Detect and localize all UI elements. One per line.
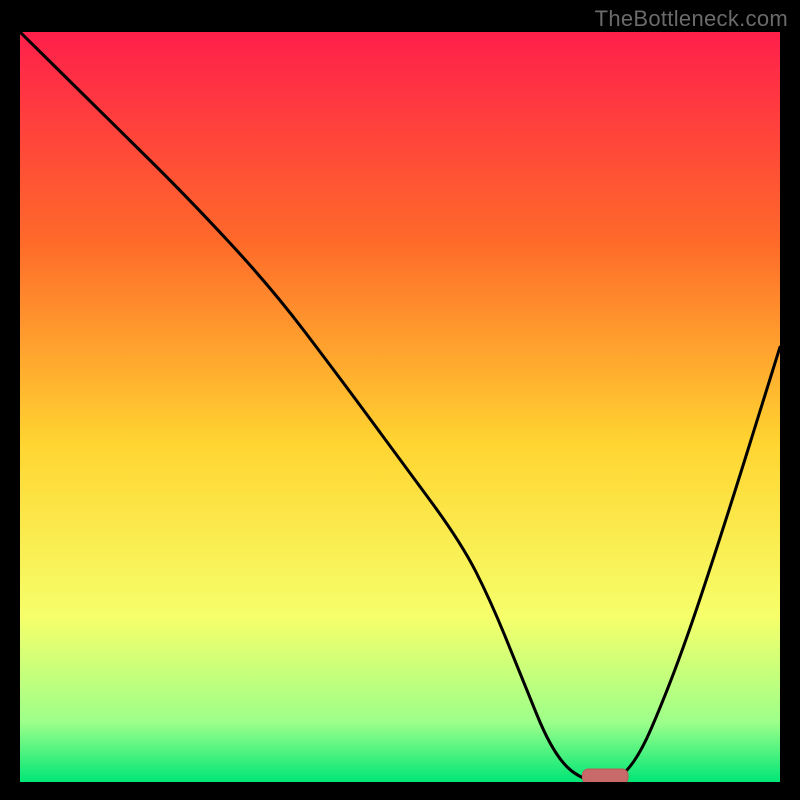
chart-frame: TheBottleneck.com xyxy=(0,0,800,800)
plot-area xyxy=(20,32,780,782)
watermark-text: TheBottleneck.com xyxy=(595,6,788,32)
chart-svg xyxy=(20,32,780,782)
optimal-marker xyxy=(582,769,628,782)
